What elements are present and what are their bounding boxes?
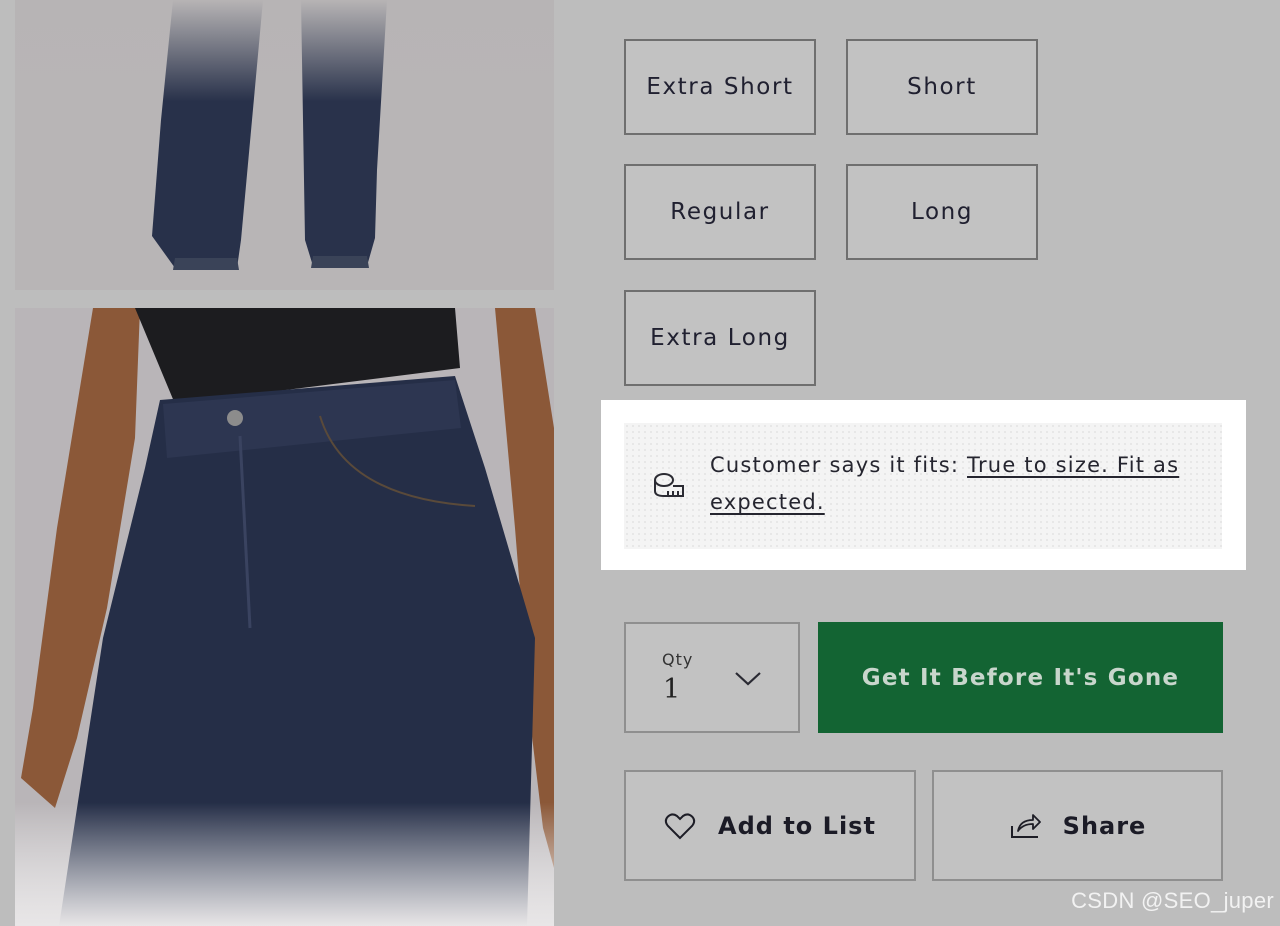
share-icon [1010,813,1041,838]
chevron-down-icon [735,672,761,686]
product-photo-waist[interactable] [15,308,554,926]
length-option-label: Extra Short [646,74,794,100]
length-option-extra-long[interactable]: Extra Long [624,290,816,386]
fit-callout-highlight: Customer says it fits: True to size. Fit… [601,400,1246,570]
watermark: CSDN @SEO_juper [1071,888,1274,913]
cta-label: Get It Before It's Gone [861,664,1180,691]
share-label: Share [1062,811,1147,840]
fit-prefix: Customer says it fits: [710,453,968,477]
length-option-label: Short [907,74,977,100]
qty-select[interactable]: Qty 1 [624,622,800,733]
share-button[interactable]: Share [932,770,1223,881]
fit-callout: Customer says it fits: True to size. Fit… [624,423,1222,549]
heart-icon [664,813,696,839]
fit-text: Customer says it fits: True to size. Fit… [710,447,1210,521]
add-to-bag-button[interactable]: Get It Before It's Gone [818,622,1223,733]
qty-value: 1 [663,674,681,705]
length-option-extra-short[interactable]: Extra Short [624,39,816,135]
jeans-waist-image [15,308,554,926]
measuring-tape-icon [654,473,684,497]
length-option-long[interactable]: Long [846,164,1038,260]
length-option-label: Long [910,199,974,225]
length-option-regular[interactable]: Regular [624,164,816,260]
length-option-short[interactable]: Short [846,39,1038,135]
add-to-list-label: Add to List [718,811,876,840]
length-option-label: Regular [670,199,770,225]
qty-label: Qty [662,650,694,669]
add-to-list-button[interactable]: Add to List [624,770,916,881]
product-photo-legs[interactable] [15,0,554,290]
jeans-legs-image [15,0,554,290]
length-option-label: Extra Long [650,325,790,351]
